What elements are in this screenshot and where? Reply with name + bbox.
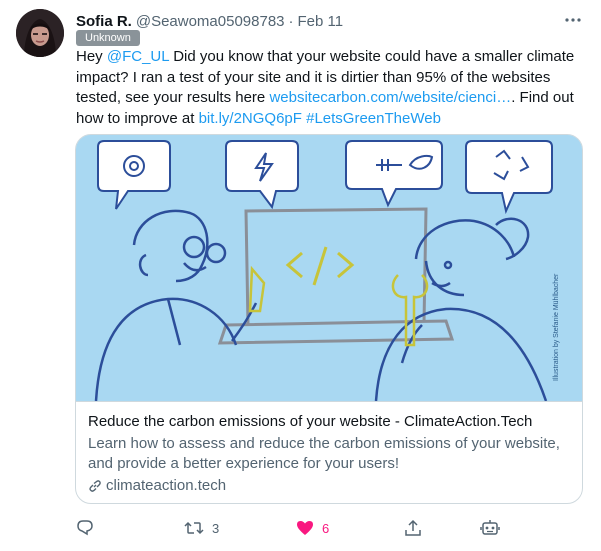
bot-button[interactable] — [480, 516, 500, 540]
retweet-icon — [184, 519, 204, 537]
author-name[interactable]: Sofia R. — [76, 13, 132, 30]
retweet-count: 3 — [212, 520, 220, 536]
status-badge: Unknown — [76, 30, 140, 46]
share-icon — [404, 519, 422, 537]
action-bar: 3 6 — [76, 516, 516, 540]
tweet-header: Sofia R. @Seawoma05098783 · Feb 11 — [76, 10, 585, 32]
bot-icon — [480, 518, 500, 538]
tweet-text-part: Hey — [76, 48, 107, 65]
retweet-button[interactable]: 3 — [184, 516, 219, 540]
reply-icon — [76, 519, 94, 537]
link-icon — [88, 479, 106, 493]
like-count: 6 — [322, 520, 330, 536]
card-body[interactable]: Reduce the carbon emissions of your webs… — [76, 401, 582, 503]
share-button[interactable] — [404, 516, 430, 540]
card-description: Learn how to assess and reduce the carbo… — [88, 435, 560, 472]
card-domain-text: climateaction.tech — [106, 477, 227, 494]
like-button[interactable]: 6 — [296, 516, 329, 540]
short-link[interactable]: bit.ly/2NGQ6pF — [199, 110, 302, 127]
avatar[interactable] — [16, 9, 64, 57]
card-illustration[interactable]: Illustration by Stefanie Mühlbacher — [76, 135, 582, 401]
results-link[interactable]: websitecarbon.com/website/cienci… — [269, 89, 511, 106]
mention-link[interactable]: @FC_UL — [107, 48, 169, 65]
tweet[interactable]: Sofia R. @Seawoma05098783 · Feb 11 Unkno… — [0, 0, 601, 551]
tweet-date[interactable]: Feb 11 — [298, 13, 344, 30]
separator: · — [288, 12, 294, 30]
reply-button[interactable] — [76, 516, 102, 540]
tweet-text: Hey @FC_UL Did you know that your websit… — [76, 47, 576, 129]
more-icon[interactable] — [561, 10, 585, 30]
card-domain[interactable]: climateaction.tech — [88, 476, 570, 496]
author-handle[interactable]: @Seawoma05098783 — [136, 13, 285, 30]
link-card[interactable]: Illustration by Stefanie Mühlbacher Redu… — [75, 134, 583, 504]
hashtag-link[interactable]: #LetsGreenTheWeb — [306, 110, 441, 127]
like-icon — [296, 519, 314, 537]
card-title[interactable]: Reduce the carbon emissions of your webs… — [88, 412, 570, 432]
illustration-credit: Illustration by Stefanie Mühlbacher — [553, 273, 560, 381]
